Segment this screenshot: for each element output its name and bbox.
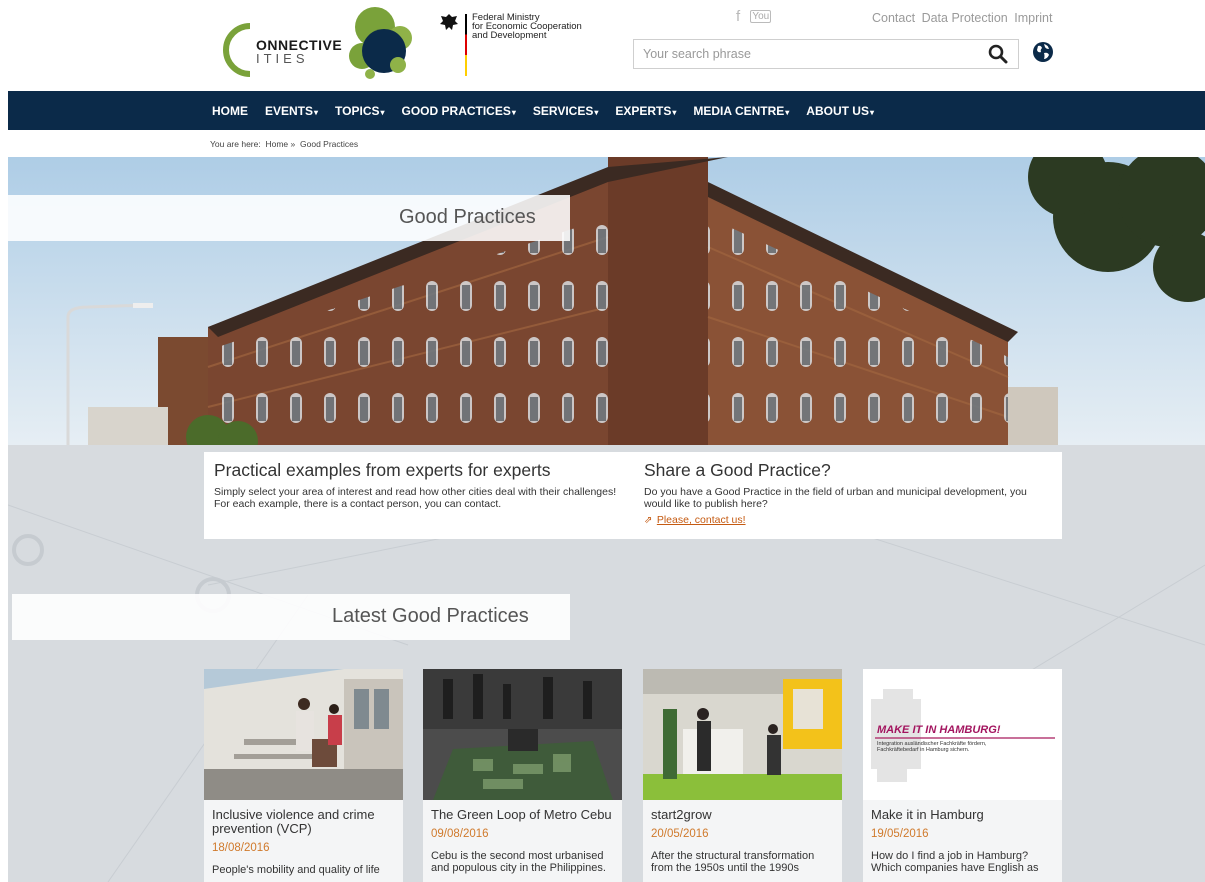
card-excerpt: Cebu is the second most urbanised and po… (431, 850, 606, 874)
nav-item-label: EXPERTS (615, 103, 672, 118)
nav-item-label: EVENTS (265, 103, 314, 118)
caret-down-icon: ▾ (594, 107, 599, 117)
city-model-exhibition-photo (423, 669, 622, 800)
card-excerpt: People's mobility and quality of life (212, 864, 380, 876)
card-body: Make it in Hamburg 19/05/2016 How do I f… (863, 800, 1062, 882)
card-date: 18/08/2016 (212, 842, 270, 854)
practice-card-make-it-in-hamburg[interactable]: MAKE IT IN HAMBURG! Integration ausländi… (863, 669, 1062, 882)
card-date: 20/05/2016 (651, 828, 709, 840)
nav-item-label: SERVICES (532, 103, 594, 118)
practice-card-green-loop[interactable]: The Green Loop of Metro Cebu 09/08/2016 … (423, 669, 622, 882)
nav-item-about-us[interactable]: ABOUT US▾ (806, 104, 874, 118)
caret-down-icon: ▾ (785, 107, 790, 117)
connective-cities-logo[interactable]: ONNECTIVE ITIES (210, 4, 425, 86)
caret-down-icon: ▾ (380, 107, 385, 117)
nav-item-experts[interactable]: EXPERTS▾ (615, 104, 676, 118)
breadcrumb-current: Good Practices (300, 139, 359, 149)
practice-card-vcp[interactable]: Inclusive violence and crime prevention … (204, 669, 403, 882)
card-excerpt: After the structural transformation from… (651, 850, 815, 874)
search-icon (988, 44, 1008, 64)
contact-us-link[interactable]: Please, contact us! (657, 514, 746, 526)
ministry-name: Federal Ministry for Economic Cooperatio… (472, 12, 582, 41)
caret-down-icon: ▾ (314, 107, 319, 117)
logo-text-cities: ITIES (256, 51, 309, 66)
intro-panel: Practical examples from experts for expe… (204, 452, 1062, 539)
people-at-bench-photo (204, 669, 403, 800)
intro-share-practice: Share a Good Practice? Do you have a Goo… (644, 460, 1054, 528)
card-title: The Green Loop of Metro Cebu (431, 807, 612, 822)
breadcrumb-separator: » (290, 139, 296, 149)
nav-item-label: GOOD PRACTICES (401, 103, 511, 118)
card-title: Inclusive violence and crime prevention … (212, 807, 375, 836)
nav-item-label: TOPICS (335, 103, 380, 118)
card-image (204, 669, 403, 800)
card-image (423, 669, 622, 800)
nav-item-label: MEDIA CENTRE (693, 103, 785, 118)
latest-good-practices-heading: Latest Good Practices (332, 605, 529, 627)
contact-us-row: ⇗ Please, contact us! (644, 510, 1054, 528)
nav-item-label: ABOUT US (806, 103, 869, 118)
search-box (633, 39, 1019, 69)
breadcrumb-home-link[interactable]: Home (265, 139, 288, 149)
contact-link[interactable]: Contact (872, 11, 915, 25)
main-navigation: HOME EVENTS▾ TOPICS▾ GOOD PRACTICES▾ SER… (8, 91, 1205, 130)
nav-item-events[interactable]: EVENTS▾ (265, 104, 318, 118)
globe-icon (1033, 42, 1053, 62)
imprint-link[interactable]: Imprint (1014, 11, 1052, 25)
external-link-icon: ⇗ (644, 515, 653, 526)
card-date: 09/08/2016 (431, 828, 489, 840)
card-title: start2grow (651, 807, 712, 822)
nav-item-topics[interactable]: TOPICS▾ (335, 104, 384, 118)
search-button[interactable] (978, 40, 1018, 68)
site-header: ONNECTIVE ITIES Federal Ministry for Eco… (0, 0, 1205, 90)
top-links: Contact Data Protection Imprint (872, 11, 1055, 25)
card-body: The Green Loop of Metro Cebu 09/08/2016 … (423, 800, 622, 882)
hamburg-image-subline: Integration ausländischer Fachkräfte för… (877, 741, 987, 753)
intro-practical-examples: Practical examples from experts for expe… (214, 460, 624, 510)
nav-item-media-centre[interactable]: MEDIA CENTRE▾ (693, 104, 789, 118)
facebook-icon[interactable]: f (736, 8, 740, 25)
card-date: 19/05/2016 (871, 828, 929, 840)
youtube-icon[interactable]: You (750, 10, 772, 23)
practice-card-start2grow[interactable]: start2grow 20/05/2016 After the structur… (643, 669, 842, 882)
bmz-logo[interactable]: Federal Ministry for Economic Cooperatio… (438, 10, 598, 76)
language-button[interactable] (1031, 40, 1055, 64)
card-image: MAKE IT IN HAMBURG! Integration ausländi… (863, 669, 1062, 800)
caret-down-icon: ▾ (869, 107, 874, 117)
breadcrumb-prefix: You are here: (210, 139, 261, 149)
card-body: start2grow 20/05/2016 After the structur… (643, 800, 842, 882)
intro-right-text: Do you have a Good Practice in the field… (644, 486, 1027, 510)
nav-item-label: HOME (212, 103, 248, 118)
card-body: Inclusive violence and crime prevention … (204, 800, 403, 882)
page-title: Good Practices (399, 206, 536, 228)
nav-item-home[interactable]: HOME (212, 104, 248, 118)
card-title: Make it in Hamburg (871, 807, 984, 822)
intro-left-heading: Practical examples from experts for expe… (214, 460, 551, 480)
nav-item-services[interactable]: SERVICES▾ (533, 104, 598, 118)
caret-down-icon: ▾ (672, 107, 677, 117)
data-protection-link[interactable]: Data Protection (922, 11, 1008, 25)
federal-eagle-icon (440, 14, 458, 30)
card-image (643, 669, 842, 800)
intro-left-text: Simply select your area of interest and … (214, 486, 617, 510)
german-flag-bar (465, 14, 467, 76)
search-input[interactable] (634, 40, 974, 68)
intro-right-heading: Share a Good Practice? (644, 460, 831, 480)
social-links: f You (736, 8, 777, 25)
breadcrumb: You are here: Home » Good Practices (210, 139, 358, 149)
nav-item-good-practices[interactable]: GOOD PRACTICES▾ (402, 104, 516, 118)
trade-fair-booth-photo (643, 669, 842, 800)
caret-down-icon: ▾ (511, 107, 516, 117)
hamburg-image-headline: MAKE IT IN HAMBURG! (877, 724, 1001, 736)
card-excerpt: How do I find a job in Hamburg? Which co… (871, 850, 1039, 874)
